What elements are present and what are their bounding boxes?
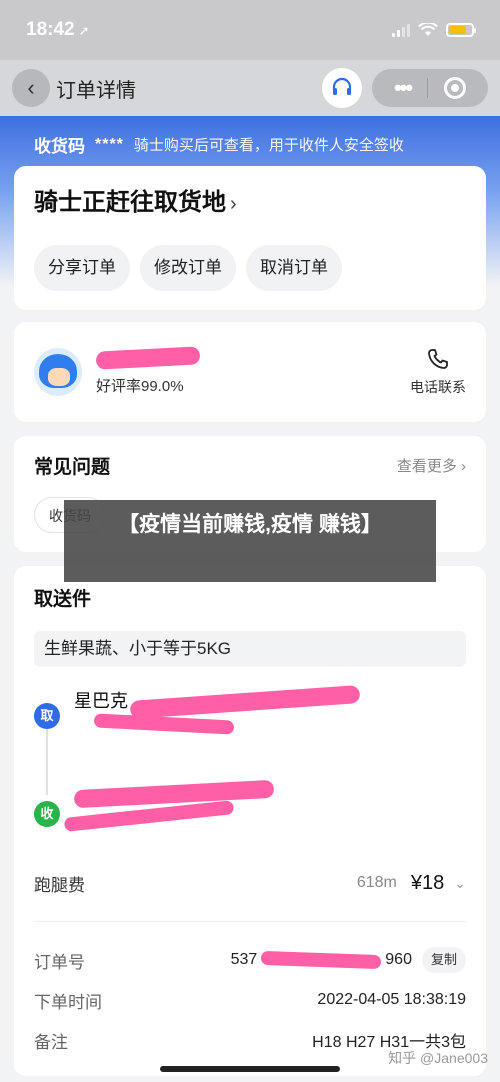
mini-program-capsule: •••: [372, 69, 488, 107]
order-details-card: 取送件 生鲜果蔬、小于等于5KG 取 星巴克 收 跑腿费 618m ¥18 ⌄ …: [14, 566, 486, 1076]
order-number-prefix: 537: [230, 951, 258, 968]
order-number-row: 订单号 537 960 复制: [34, 940, 466, 980]
location-arrow-icon: ➚: [78, 23, 90, 38]
pickup-code-value: ****: [95, 135, 124, 153]
order-action-row: 分享订单 修改订单 取消订单: [34, 245, 466, 291]
faq-more-text: 查看更多: [396, 458, 457, 475]
redaction-mark: [93, 713, 235, 735]
signal-icon: [392, 23, 410, 37]
pickup-address: 星巴克: [74, 691, 128, 711]
wifi-icon: [418, 23, 438, 36]
cancel-order-button[interactable]: 取消订单: [246, 245, 342, 291]
modify-order-button[interactable]: 修改订单: [140, 245, 236, 291]
faq-title: 常见问题: [34, 457, 111, 478]
call-label: 电话联系: [410, 379, 466, 395]
order-time-row: 下单时间 2022-04-05 18:38:19: [34, 980, 466, 1020]
chevron-left-icon: ‹: [27, 75, 35, 100]
rider-info: 好评率99.0%: [95, 345, 201, 396]
route-section: 取 星巴克 收: [34, 684, 466, 857]
nav-bar: ‹ 订单详情 •••: [0, 60, 500, 116]
rider-card: 好评率99.0% 电话联系: [14, 322, 486, 422]
order-status-title[interactable]: 骑士正赶往取货地 ›: [34, 182, 466, 217]
status-time: 18:42 ➚: [26, 19, 90, 41]
divider: [34, 921, 466, 922]
faq-header: 常见问题 查看更多 ›: [34, 452, 466, 479]
close-program-icon[interactable]: [443, 77, 466, 99]
pickup-code-row: 收货码 **** 骑士购买后可查看，用于收件人安全签收: [34, 132, 404, 157]
battery-icon: [446, 23, 476, 37]
redaction-mark: [95, 345, 201, 370]
redaction-mark: [129, 684, 361, 720]
order-status-text: 骑士正赶往取货地: [34, 189, 226, 216]
customer-service-button[interactable]: [322, 68, 362, 108]
order-number-value: 537 960: [230, 950, 412, 969]
faq-more-link[interactable]: 查看更多 ›: [397, 455, 466, 476]
back-button[interactable]: ‹: [12, 69, 50, 107]
status-icons: [392, 23, 476, 37]
distance: 618m: [356, 874, 397, 891]
goods-description: 生鲜果蔬、小于等于5KG: [34, 631, 466, 667]
fee-label: 跑腿费: [34, 875, 85, 895]
chevron-right-icon: ›: [461, 458, 466, 475]
overlay-banner: 【疫情当前赚钱,疫情 赚钱】: [64, 500, 436, 582]
capsule-divider: [427, 78, 429, 98]
chevron-right-icon: ›: [230, 193, 237, 215]
order-time-value: 2022-04-05 18:38:19: [317, 991, 466, 1008]
order-time-label: 下单时间: [34, 992, 102, 1012]
chevron-down-icon: ⌄: [454, 874, 466, 891]
redaction-mark: [261, 950, 382, 969]
order-status-card: 骑士正赶往取货地 › 分享订单 修改订单 取消订单: [14, 166, 486, 310]
page-title: 订单详情: [56, 79, 136, 102]
copy-order-number-button[interactable]: 复制: [421, 947, 466, 973]
rider-avatar: [34, 348, 82, 396]
more-icon[interactable]: •••: [394, 75, 413, 101]
order-section-title: 取送件: [34, 589, 92, 610]
rider-rating: 好评率99.0%: [96, 377, 184, 395]
share-order-button[interactable]: 分享订单: [34, 245, 130, 291]
home-indicator[interactable]: [160, 1066, 340, 1072]
receive-tag: 收: [34, 801, 60, 827]
fee-row[interactable]: 跑腿费 618m ¥18 ⌄: [34, 867, 466, 899]
route-connector: [46, 727, 48, 795]
watermark: 知乎 @Jane003: [388, 1050, 488, 1066]
phone-icon: [428, 349, 448, 369]
pickup-tag: 取: [34, 703, 60, 729]
price: ¥18: [410, 871, 445, 894]
pickup-code-tip: 骑士购买后可查看，用于收件人安全签收: [133, 137, 404, 154]
headset-icon: [332, 77, 352, 95]
order-number-suffix: 960: [385, 951, 412, 968]
pickup-code-label: 收货码: [34, 137, 85, 156]
redaction-mark: [73, 779, 275, 809]
order-number-label: 订单号: [34, 952, 85, 972]
call-rider-button[interactable]: 电话联系: [410, 347, 466, 397]
note-label: 备注: [34, 1032, 68, 1052]
time-text: 18:42: [26, 19, 75, 40]
status-bar: 18:42 ➚: [0, 0, 500, 60]
